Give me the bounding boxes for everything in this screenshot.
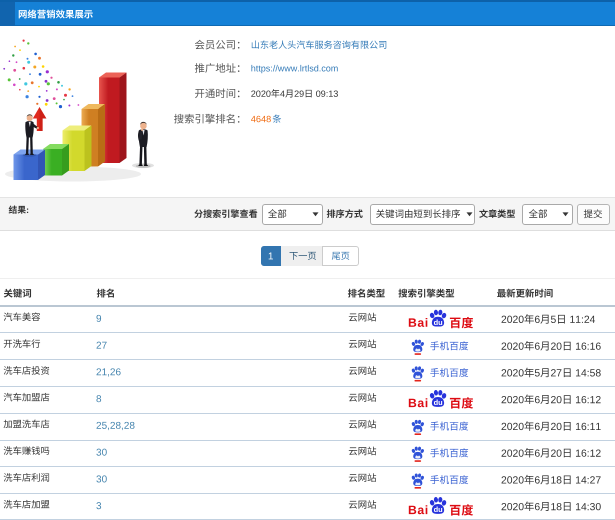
svg-text:du: du	[434, 398, 444, 407]
svg-text:du: du	[434, 505, 444, 514]
svg-text:du: du	[434, 318, 444, 327]
